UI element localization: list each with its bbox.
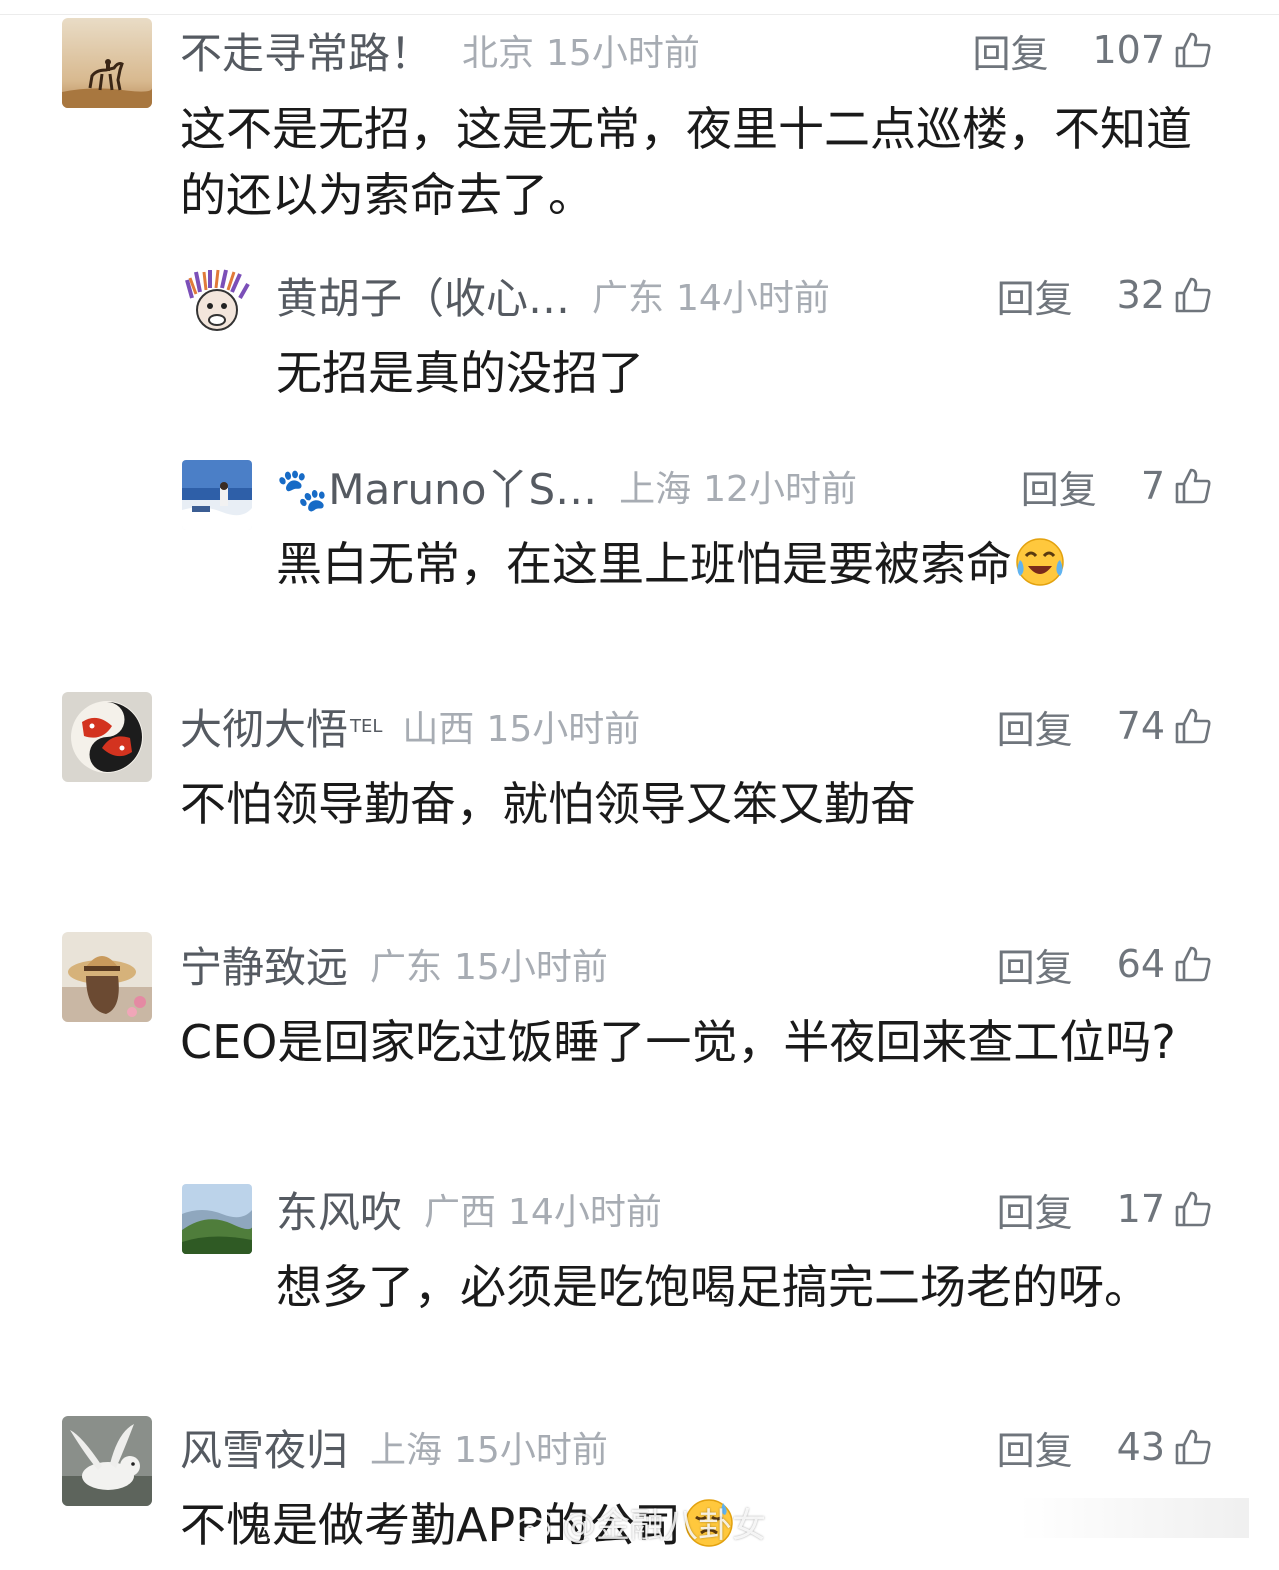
comment-actions: 回复 7 xyxy=(1021,456,1213,516)
seaside-photo-avatar[interactable] xyxy=(182,460,252,530)
timestamp: 12小时前 xyxy=(703,469,857,510)
like-count: 43 xyxy=(1116,1425,1165,1469)
comment-meta: 大彻大悟 TEL 山西 15小时前 xyxy=(180,696,640,756)
koi-fish-avatar[interactable] xyxy=(62,692,152,782)
mountain-avatar[interactable] xyxy=(182,1184,252,1254)
comment-text: 不怕领导勤奋，就怕领导又笨又勤奋 xyxy=(180,777,916,831)
camel-rider-avatar[interactable] xyxy=(62,18,152,108)
comment-text: 无招是真的没招了 xyxy=(276,346,644,400)
watermark: @金融八卦女 xyxy=(512,1498,766,1547)
comment-meta: 不走寻常路！ 北京 15小时前 xyxy=(180,20,700,80)
comment-meta: 黄胡子（收心… 广东 14小时前 xyxy=(276,265,830,325)
comment-actions: 回复 107 xyxy=(972,20,1213,80)
reply-button[interactable]: 回复 xyxy=(997,937,1073,992)
username[interactable]: 黄胡子（收心… xyxy=(276,265,570,326)
region-label: 上海 xyxy=(619,469,692,510)
thumbs-up-icon[interactable] xyxy=(1173,1427,1213,1467)
cartoon-face-avatar[interactable] xyxy=(182,268,252,338)
comment-text: CEO是回家吃过饭睡了一觉，半夜回来查工位吗? xyxy=(180,1015,1176,1069)
comment-meta: 风雪夜归 上海 15小时前 xyxy=(180,1417,608,1477)
thumbs-up-icon[interactable] xyxy=(1173,1189,1213,1229)
comment-meta: 🐾Maruno丫S… 上海 12小时前 xyxy=(276,456,857,516)
region-label: 广西 xyxy=(424,1192,497,1233)
reply-button[interactable]: 回复 xyxy=(997,1420,1073,1475)
username[interactable]: 🐾Maruno丫S… xyxy=(276,456,597,517)
watermark-text: @金融八卦女 xyxy=(562,1506,766,1546)
reply-button[interactable]: 回复 xyxy=(997,268,1073,323)
white-creature-avatar[interactable] xyxy=(62,1416,152,1506)
region-label: 北京 xyxy=(462,33,535,74)
username[interactable]: 大彻大悟 xyxy=(180,696,348,757)
timestamp: 14小时前 xyxy=(508,1192,662,1233)
timestamp: 15小时前 xyxy=(546,33,700,74)
timestamp: 15小时前 xyxy=(454,1430,608,1471)
thumbs-up-icon[interactable] xyxy=(1173,275,1213,315)
comment-actions: 回复 17 xyxy=(997,1179,1213,1239)
user-badge: TEL xyxy=(350,715,383,737)
thumbs-up-icon[interactable] xyxy=(1173,466,1213,506)
thumbs-up-icon[interactable] xyxy=(1173,30,1213,70)
comment-text: 这不是无招，这是无常，夜里十二点巡楼，不知道的还以为索命去了。 xyxy=(180,102,1192,222)
weibo-logo-icon xyxy=(512,1507,556,1543)
region-label: 上海 xyxy=(370,1430,443,1471)
timestamp: 14小时前 xyxy=(676,278,830,319)
region-label: 广东 xyxy=(370,947,443,988)
comment-text: 想多了，必须是吃饱喝足搞完二场老的呀。 xyxy=(276,1260,1150,1314)
like-count: 74 xyxy=(1116,704,1165,748)
reply-button[interactable]: 回复 xyxy=(1021,459,1097,514)
comment-text-content: 黑白无常，在这里上班怕是要被索命 xyxy=(276,537,1012,591)
region-label: 广东 xyxy=(592,278,665,319)
username[interactable]: 东风吹 xyxy=(276,1179,402,1240)
like-count: 7 xyxy=(1140,464,1165,508)
comment-text: 黑白无常，在这里上班怕是要被索命 xyxy=(276,531,1236,597)
reply-button[interactable]: 回复 xyxy=(997,699,1073,754)
like-count: 64 xyxy=(1116,942,1165,986)
comment-meta: 东风吹 广西 14小时前 xyxy=(276,1179,662,1239)
comment-actions: 回复 32 xyxy=(997,265,1213,325)
region-label: 山西 xyxy=(402,709,475,750)
thumbs-up-icon[interactable] xyxy=(1173,944,1213,984)
timestamp: 15小时前 xyxy=(454,947,608,988)
comment-actions: 回复 74 xyxy=(997,696,1213,756)
cry-laugh-emoji xyxy=(1014,536,1066,588)
comment-actions: 回复 43 xyxy=(997,1417,1213,1477)
collapse-fade xyxy=(1019,1498,1249,1538)
reply-button[interactable]: 回复 xyxy=(972,23,1048,78)
top-divider xyxy=(0,14,1279,15)
like-count: 107 xyxy=(1092,28,1165,72)
timestamp: 15小时前 xyxy=(486,709,641,750)
username[interactable]: 宁静致远 xyxy=(180,934,348,995)
username[interactable]: 不走寻常路！ xyxy=(180,20,432,81)
straw-hat-avatar[interactable] xyxy=(62,932,152,1022)
thumbs-up-icon[interactable] xyxy=(1173,706,1213,746)
like-count: 32 xyxy=(1116,273,1165,317)
reply-button[interactable]: 回复 xyxy=(997,1182,1073,1237)
comment-actions: 回复 64 xyxy=(997,934,1213,994)
username[interactable]: 风雪夜归 xyxy=(180,1417,348,1478)
like-count: 17 xyxy=(1116,1187,1165,1231)
comment-meta: 宁静致远 广东 15小时前 xyxy=(180,934,608,994)
